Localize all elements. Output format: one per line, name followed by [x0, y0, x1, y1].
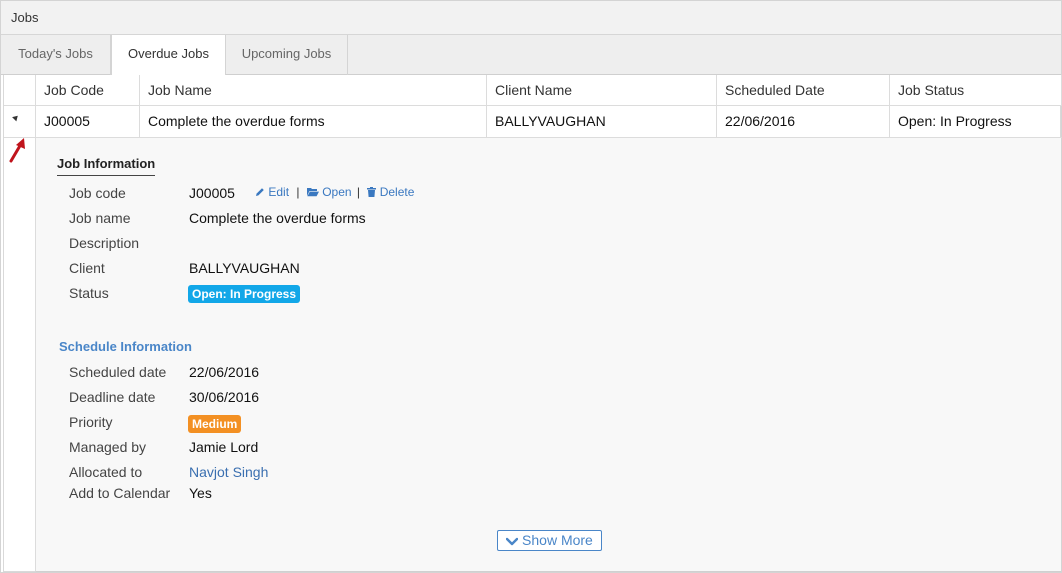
show-more-button[interactable]: Show More — [497, 530, 602, 551]
jobs-grid: Job Code Job Name Client Name Scheduled … — [3, 75, 1062, 572]
show-more-label: Show More — [522, 532, 593, 548]
pencil-icon — [256, 188, 264, 196]
allocated-to-label: Allocated to — [69, 464, 143, 480]
folder-open-icon — [306, 188, 319, 197]
status-label: Status — [69, 285, 109, 301]
scheduled-date-value: 22/06/2016 — [189, 364, 260, 380]
jobs-panel: Jobs Today's Jobs Overdue Jobs Upcoming … — [0, 0, 1062, 573]
delete-link[interactable]: Delete — [367, 185, 414, 199]
priority-badge: Medium — [188, 415, 242, 433]
panel-title: Jobs — [1, 1, 1061, 35]
description-label: Description — [69, 235, 140, 251]
job-detail-panel: Job Information Job code J00005 Edit | O… — [35, 138, 1061, 572]
status-badge: Open: In Progress — [188, 285, 301, 303]
chevron-down-icon — [505, 537, 519, 546]
delete-label: Delete — [379, 185, 415, 199]
add-to-calendar-label: Add to Calendar — [69, 485, 171, 501]
divider: | — [356, 185, 361, 199]
tab-bar: Today's Jobs Overdue Jobs Upcoming Jobs — [1, 35, 1061, 76]
open-label: Open — [322, 185, 352, 199]
edit-link[interactable]: Edit — [255, 185, 292, 199]
open-link[interactable]: Open — [306, 185, 355, 199]
managed-by-value: Jamie Lord — [189, 439, 259, 455]
cell-job-name: Complete the overdue forms — [139, 106, 486, 137]
cell-scheduled-date: 22/06/2016 — [716, 106, 889, 137]
job-code-label: Job code — [69, 185, 126, 201]
cell-job-status: Open: In Progress — [889, 106, 1062, 137]
job-information-heading: Job Information — [57, 156, 156, 176]
table-row[interactable]: J00005 Complete the overdue forms BALLYV… — [4, 106, 1062, 138]
column-header-client-name[interactable]: Client Name — [486, 75, 716, 106]
column-header-scheduled-date[interactable]: Scheduled Date — [716, 75, 889, 106]
cell-client-name: BALLYVAUGHAN — [486, 106, 716, 137]
add-to-calendar-value: Yes — [189, 485, 212, 501]
job-name-value: Complete the overdue forms — [189, 210, 366, 226]
grid-header: Job Code Job Name Client Name Scheduled … — [4, 75, 1062, 106]
column-header-job-name[interactable]: Job Name — [139, 75, 486, 106]
deadline-date-label: Deadline date — [69, 389, 156, 405]
edit-label: Edit — [268, 185, 290, 199]
annotation-arrow-icon — [9, 138, 25, 163]
tab-upcoming-jobs[interactable]: Upcoming Jobs — [226, 35, 348, 75]
client-value: BALLYVAUGHAN — [189, 260, 300, 276]
allocated-to-link[interactable]: Navjot Singh — [189, 464, 268, 480]
client-label: Client — [69, 260, 105, 276]
schedule-information-heading: Schedule Information — [59, 339, 192, 354]
divider: | — [296, 185, 300, 199]
column-header-job-code[interactable]: Job Code — [35, 75, 139, 106]
job-actions: Edit | Open | Delete — [255, 185, 414, 199]
trash-icon — [367, 187, 377, 197]
tab-todays-jobs[interactable]: Today's Jobs — [1, 35, 111, 75]
job-code-value: J00005 — [189, 185, 235, 201]
managed-by-label: Managed by — [69, 439, 147, 455]
deadline-date-value: 30/06/2016 — [189, 389, 260, 405]
tab-overdue-jobs[interactable]: Overdue Jobs — [111, 35, 226, 76]
scheduled-date-label: Scheduled date — [69, 364, 167, 380]
column-header-job-status[interactable]: Job Status — [889, 75, 1062, 106]
job-name-label: Job name — [69, 210, 131, 226]
priority-label: Priority — [69, 414, 113, 430]
cell-job-code: J00005 — [35, 106, 139, 137]
